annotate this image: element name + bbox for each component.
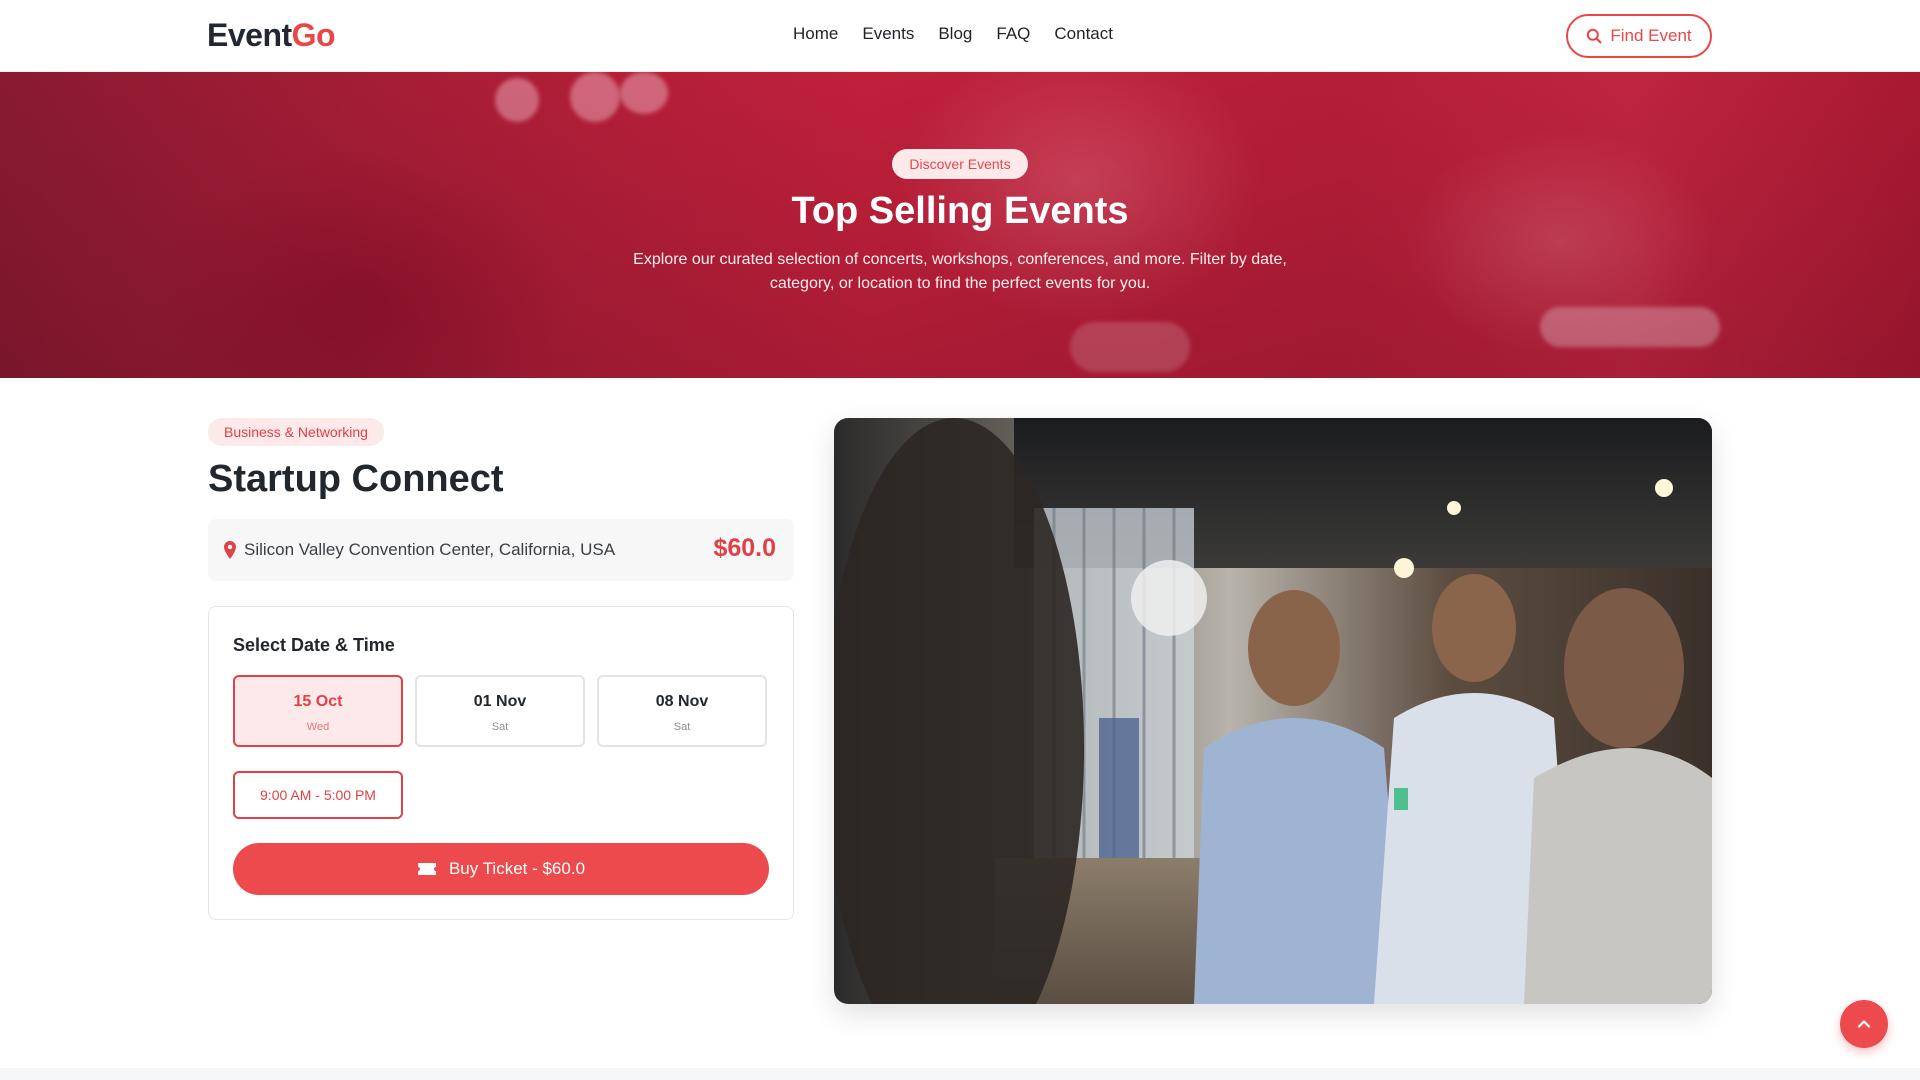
hero-banner: Discover Events Top Selling Events Explo… xyxy=(0,72,1920,378)
networking-event-photo xyxy=(834,418,1712,1004)
hero-description: Explore our curated selection of concert… xyxy=(633,251,1287,292)
event-location: Silicon Valley Convention Center, Califo… xyxy=(244,540,616,559)
event-price: $60.0 xyxy=(713,534,776,562)
brand-name-part2: Go xyxy=(291,17,336,53)
date-option-01-nov[interactable]: 01 Nov Sat xyxy=(415,675,585,747)
nav-link-home[interactable]: Home xyxy=(793,24,838,44)
date-option-date: 01 Nov xyxy=(473,693,527,710)
nav-link-events[interactable]: Events xyxy=(862,24,914,44)
nav-link-faq[interactable]: FAQ xyxy=(996,24,1030,44)
buy-ticket-button[interactable]: Buy Ticket - $60.0 xyxy=(233,843,769,895)
hero-tag: Discover Events xyxy=(892,149,1028,179)
date-option-date: 15 Oct xyxy=(293,693,343,710)
date-option-date: 08 Nov xyxy=(655,693,709,710)
find-event-label: Find Event xyxy=(1610,26,1692,45)
event-photo xyxy=(834,418,1712,1004)
booking-card: Select Date & Time 15 Oct Wed 01 Nov Sat… xyxy=(208,606,794,920)
scroll-to-top-button[interactable] xyxy=(1840,1000,1888,1048)
booking-card-title: Select Date & Time xyxy=(233,635,395,655)
date-option-08-nov[interactable]: 08 Nov Sat xyxy=(597,675,767,747)
main-nav: Home Events Blog FAQ Contact xyxy=(793,24,1113,44)
event-category-badge: Business & Networking xyxy=(208,418,384,446)
top-navbar: EventGo Home Events Blog FAQ Contact Fin… xyxy=(0,0,1920,72)
date-option-day: Wed xyxy=(306,721,330,733)
date-option-day: Sat xyxy=(673,721,691,733)
nav-link-blog[interactable]: Blog xyxy=(938,24,972,44)
brand-name-part1: Event xyxy=(207,17,292,53)
time-slot-option[interactable]: 9:00 AM - 5:00 PM xyxy=(233,771,403,819)
nav-link-contact[interactable]: Contact xyxy=(1054,24,1113,44)
find-event-button[interactable]: Find Event xyxy=(1566,14,1712,58)
search-icon xyxy=(1587,28,1602,44)
event-title: Startup Connect xyxy=(208,458,504,500)
map-pin-icon xyxy=(224,541,236,559)
buy-ticket-label: Buy Ticket - $60.0 xyxy=(448,859,586,878)
ticket-icon xyxy=(417,863,436,875)
event-location-bar: Silicon Valley Convention Center, Califo… xyxy=(208,519,794,581)
chevron-up-icon xyxy=(1857,1020,1871,1028)
footer-edge xyxy=(0,1068,1920,1080)
brand-logo[interactable]: EventGo xyxy=(207,17,336,54)
date-option-day: Sat xyxy=(491,721,509,733)
date-option-15-oct[interactable]: 15 Oct Wed xyxy=(233,675,403,747)
hero-title: Top Selling Events xyxy=(791,190,1129,232)
